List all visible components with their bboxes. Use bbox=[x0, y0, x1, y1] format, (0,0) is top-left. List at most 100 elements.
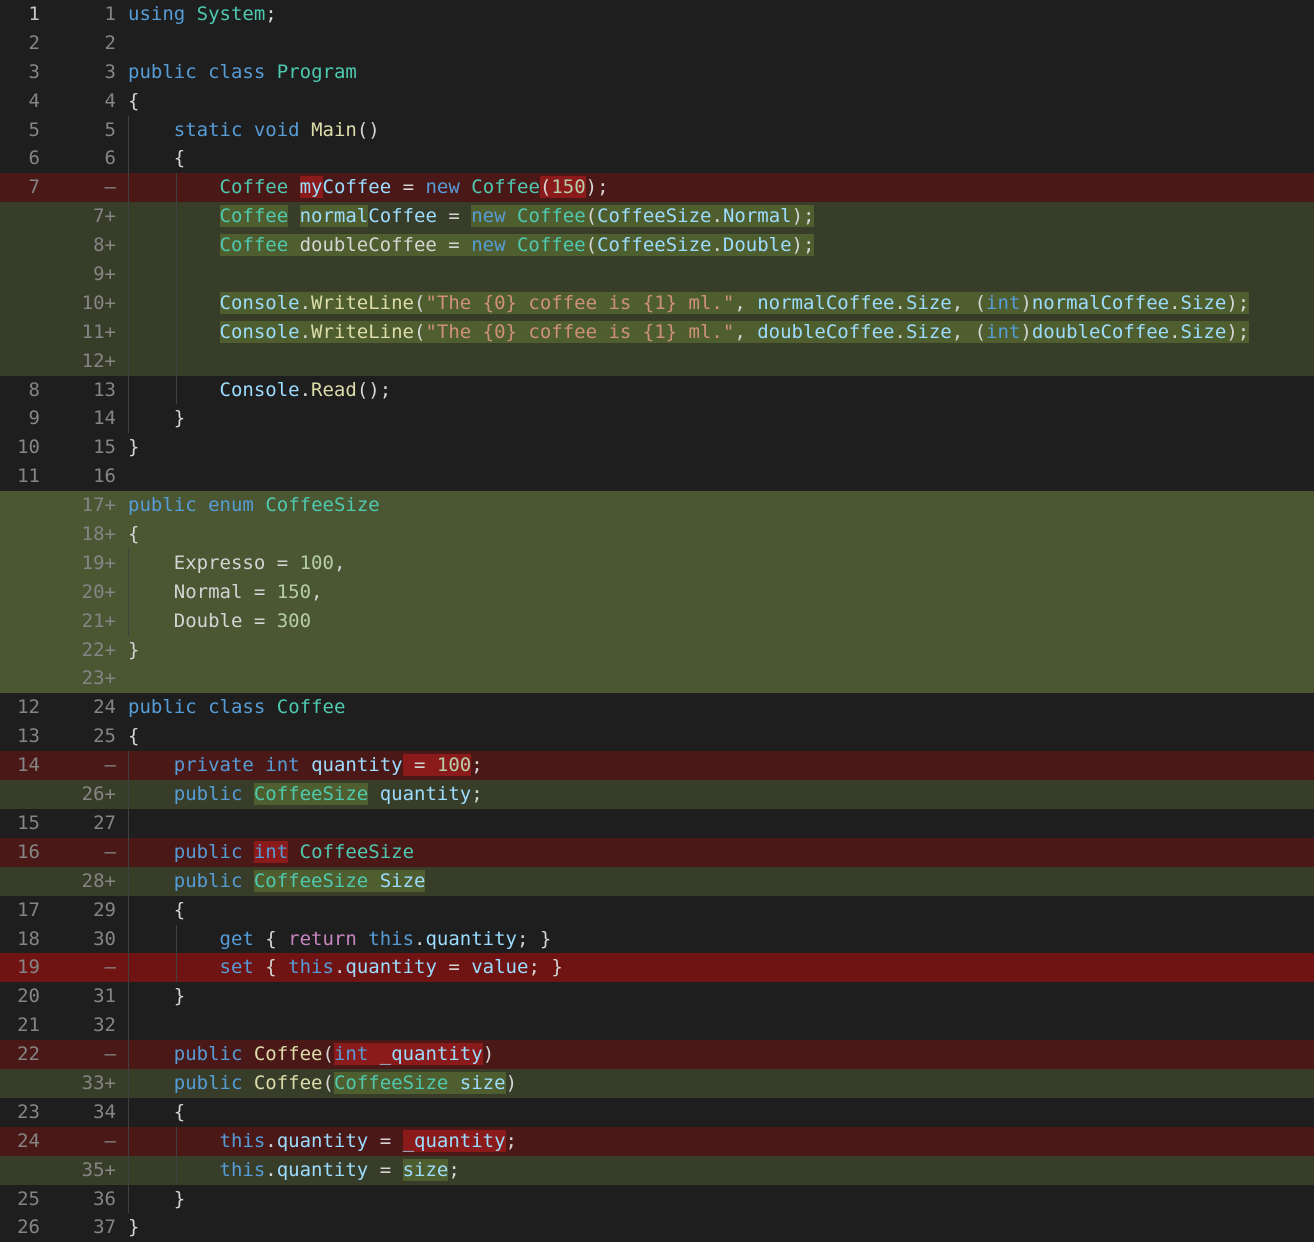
code-token: ; bbox=[265, 3, 277, 25]
diff-row-added[interactable]: 19+ Expresso = 100, bbox=[0, 548, 1314, 578]
indent-guide bbox=[128, 1155, 129, 1185]
diff-row-added[interactable]: 22+} bbox=[0, 635, 1314, 665]
code-token: . bbox=[414, 927, 426, 950]
code-line: { bbox=[128, 895, 1314, 925]
new-line-number: 11+ bbox=[81, 320, 116, 343]
diff-row-added[interactable]: 8+ Coffee doubleCoffee = new Coffee(Coff… bbox=[0, 231, 1314, 261]
code-token: Coffee bbox=[276, 696, 346, 719]
code-token: Console bbox=[219, 291, 300, 314]
old-line-number: 26 bbox=[17, 1216, 40, 1239]
diff-row-removed[interactable]: 16 — public int CoffeeSize bbox=[0, 837, 1314, 867]
diff-row[interactable]: 23 34 { bbox=[0, 1097, 1314, 1127]
code-line bbox=[128, 260, 1314, 289]
diff-row-added[interactable]: 23+ bbox=[0, 664, 1314, 694]
diff-row-added[interactable]: 21+ Double = 300 bbox=[0, 606, 1314, 636]
diff-row[interactable]: 18 30 get { return this.quantity; } bbox=[0, 924, 1314, 954]
code-token: { bbox=[128, 523, 140, 546]
diff-row[interactable]: 22 bbox=[0, 29, 1314, 58]
code-token: int bbox=[333, 1043, 369, 1066]
diff-row-added[interactable]: 12+ bbox=[0, 346, 1314, 376]
diff-row-added[interactable]: 18+ { bbox=[0, 520, 1314, 549]
diff-row-removed[interactable]: 24 — this.quantity = _quantity; bbox=[0, 1126, 1314, 1156]
diff-row[interactable]: 8 13 Console.Read(); bbox=[0, 375, 1314, 405]
diff-row[interactable]: 4 4 { bbox=[0, 87, 1314, 116]
code-token: ; } bbox=[528, 956, 563, 979]
code-token: ; bbox=[505, 1129, 517, 1152]
diff-row-added[interactable]: 10+ Console.WriteLine("The {0} coffee is… bbox=[0, 288, 1314, 318]
diff-row[interactable]: 20 31 } bbox=[0, 982, 1314, 1012]
old-line-number: 4 bbox=[28, 89, 40, 112]
diff-row[interactable]: 26 37} bbox=[0, 1213, 1314, 1242]
indent-guide bbox=[128, 1011, 129, 1041]
code-token: 100 bbox=[436, 754, 472, 777]
diff-row-removed[interactable]: 22 — public Coffee(int _quantity) bbox=[0, 1040, 1314, 1069]
code-line: public class Program bbox=[128, 58, 1314, 87]
diff-row-added[interactable]: 26+ public CoffeeSize quantity; bbox=[0, 780, 1314, 809]
diff-row[interactable]: 10 15} bbox=[0, 433, 1314, 462]
diff-row-added[interactable]: 7+ Coffee normalCoffee = new Coffee(Coff… bbox=[0, 202, 1314, 232]
diff-row[interactable]: 3 3 public class Program bbox=[0, 58, 1314, 87]
new-line-number: 4 bbox=[104, 89, 116, 112]
code-line: private int quantity = 100; bbox=[128, 751, 1314, 781]
code-line: { bbox=[128, 1097, 1314, 1127]
code-line: public enum CoffeeSize bbox=[128, 491, 1314, 520]
code-token: , ( bbox=[951, 291, 987, 314]
diff-row-removed[interactable]: 7— Coffee myCoffee = new Coffee(150); bbox=[0, 173, 1314, 203]
code-token: 300 bbox=[276, 609, 312, 632]
code-token: new bbox=[425, 176, 460, 199]
diff-row-added[interactable]: 35+ this.quantity = size; bbox=[0, 1155, 1314, 1185]
indent-guide bbox=[128, 1097, 129, 1127]
diff-row-added[interactable]: 9+ bbox=[0, 260, 1314, 289]
diff-row[interactable]: 17 29 { bbox=[0, 895, 1314, 925]
diff-row-added[interactable]: 33+ public Coffee(CoffeeSize size) bbox=[0, 1068, 1314, 1098]
diff-row-added[interactable]: 11+ Console.WriteLine("The {0} coffee is… bbox=[0, 317, 1314, 347]
code-line: Double = 300 bbox=[128, 606, 1314, 636]
diff-row-added[interactable]: 17+ public enum CoffeeSize bbox=[0, 491, 1314, 521]
indent-guide bbox=[128, 780, 129, 809]
diff-row[interactable]: 25 36 } bbox=[0, 1184, 1314, 1214]
diff-row[interactable]: 9 14 } bbox=[0, 404, 1314, 434]
code-token: = bbox=[391, 176, 426, 199]
code-token: ( bbox=[414, 291, 426, 314]
old-line-number: 8 bbox=[28, 378, 40, 401]
code-token: normal bbox=[299, 205, 369, 228]
diff-row[interactable]: 12 24 public class Coffee bbox=[0, 693, 1314, 722]
diff-row-removed[interactable]: 14 — private int quantity = 100; bbox=[0, 751, 1314, 781]
code-token: ) bbox=[1020, 320, 1032, 343]
code-token: public bbox=[173, 840, 243, 863]
diff-row[interactable]: 13 25 { bbox=[0, 722, 1314, 751]
code-token: , bbox=[734, 291, 758, 314]
diff-row[interactable]: 1 1 using System; bbox=[0, 0, 1314, 29]
diff-row[interactable]: 21 32 bbox=[0, 1011, 1314, 1041]
diff-row[interactable]: 5 5 static void Main() bbox=[0, 115, 1314, 145]
code-token bbox=[368, 869, 380, 892]
diff-row[interactable]: 6 6 { bbox=[0, 144, 1314, 174]
code-token: enum bbox=[208, 494, 254, 517]
code-token: = bbox=[402, 754, 437, 777]
code-token: } bbox=[128, 638, 140, 661]
diff-row-added[interactable]: 20+ Normal = 150, bbox=[0, 577, 1314, 607]
code-token: public bbox=[128, 60, 197, 83]
code-line: set { this.quantity = value; } bbox=[128, 953, 1314, 983]
diff-row[interactable]: 11 16 bbox=[0, 462, 1314, 491]
diff-row-added[interactable]: 28+ public CoffeeSize Size bbox=[0, 866, 1314, 896]
diff-row[interactable]: 15 27 bbox=[0, 808, 1314, 838]
diff-editor[interactable]: 1 1 using System; 2 2 3 3 public class Program 4… bbox=[0, 0, 1314, 1242]
indent-guide bbox=[176, 375, 177, 405]
code-token: ( bbox=[322, 1043, 334, 1066]
code-token: } bbox=[128, 1216, 140, 1239]
indent-guide bbox=[128, 751, 129, 781]
diff-row-removed[interactable]: 19 — set { this.quantity = value; } bbox=[0, 953, 1314, 983]
new-line-number: 2 bbox=[104, 31, 116, 54]
indent-guide bbox=[176, 202, 177, 232]
indent-guide bbox=[128, 982, 129, 1012]
old-line-number: 15 bbox=[17, 811, 40, 834]
code-token: return bbox=[288, 927, 357, 950]
